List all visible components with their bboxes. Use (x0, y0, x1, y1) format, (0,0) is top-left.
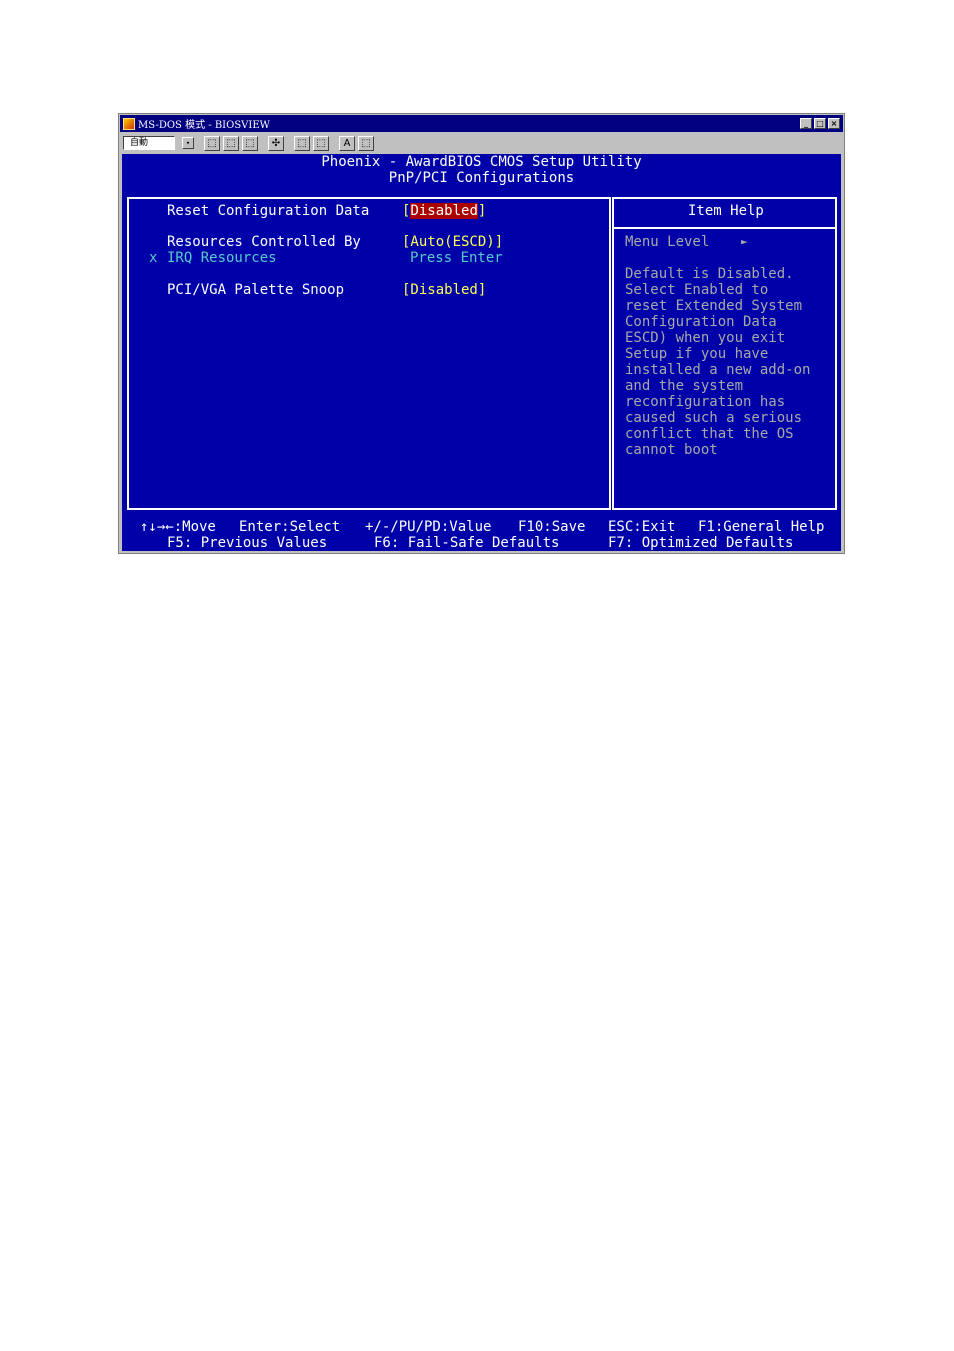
footer-hint-fail-safe: F6: Fail-Safe Defaults (374, 535, 560, 551)
setting-label-irq-resources: IRQ Resources (167, 250, 277, 266)
msdos-app-icon[interactable] (123, 117, 135, 130)
footer-hint-select: Enter:Select (239, 519, 341, 535)
background-icon[interactable]: ⬚ (313, 135, 329, 151)
footer-hint-move: ↑↓→←:Move (140, 519, 216, 535)
help-divider (614, 227, 835, 229)
help-text-line: reset Extended System (625, 298, 803, 314)
menu-level-arrow-icon: ► (741, 235, 748, 248)
help-text-line: caused such a serious (625, 410, 803, 426)
item-help-title: Item Help (688, 203, 764, 219)
setting-label-reset-config[interactable]: Reset Configuration Data (167, 203, 369, 219)
toolbar: 自動 ▾ ⬚ ⬚ ⬚ ✣ ⬚ ⬚ A ⬚ (120, 133, 843, 153)
disabled-item-marker: x (149, 250, 158, 266)
setting-value-reset-config[interactable]: [Disabled] (402, 203, 486, 219)
setting-value-resources-controlled[interactable]: [Auto(ESCD)] (402, 234, 503, 250)
properties-icon[interactable]: ⬚ (294, 135, 310, 151)
maximize-button[interactable]: □ (814, 118, 826, 129)
mark-icon[interactable]: ⬚ (204, 135, 220, 151)
font-size-select[interactable]: 自動 (123, 136, 175, 150)
help-text-line: Configuration Data (625, 314, 777, 330)
help-text-line: reconfiguration has (625, 394, 786, 410)
help-text-line: installed a new add-on (625, 362, 811, 378)
bios-header-title: Phoenix - AwardBIOS CMOS Setup Utility (321, 154, 642, 170)
font-size-value: 自動 (130, 138, 149, 148)
help-text-line: ESCD) when you exit (625, 330, 786, 346)
paste-icon[interactable]: ⬚ (242, 135, 258, 151)
footer-hint-value: +/-/PU/PD:Value (365, 519, 492, 535)
ime-icon[interactable]: ⬚ (358, 135, 374, 151)
title-bar[interactable]: MS-DOS 模式 - BIOSVIEW _ □ × (120, 115, 843, 132)
setting-value-palette-snoop[interactable]: [Disabled] (402, 282, 486, 298)
dos-window: MS-DOS 模式 - BIOSVIEW _ □ × 自動 ▾ ⬚ ⬚ ⬚ ✣ … (118, 113, 845, 554)
footer-hint-exit: ESC:Exit (608, 519, 676, 535)
footer-hint-optimized: F7: Optimized Defaults (608, 535, 794, 551)
bios-screen: Phoenix - AwardBIOS CMOS Setup Utility P… (122, 154, 841, 551)
setting-label-resources-controlled[interactable]: Resources Controlled By (167, 234, 361, 250)
help-text-line: Select Enabled to (625, 282, 769, 298)
font-icon[interactable]: A (339, 135, 355, 151)
help-text-line: Default is Disabled. (625, 266, 794, 282)
setting-value-irq-resources: Press Enter (410, 250, 503, 266)
help-text-line: Setup if you have (625, 346, 769, 362)
selected-value[interactable]: Disabled (410, 203, 478, 219)
minimize-button[interactable]: _ (800, 118, 812, 129)
setting-label-palette-snoop[interactable]: PCI/VGA Palette Snoop (167, 282, 344, 298)
help-text-line: cannot boot (625, 442, 718, 458)
help-text-line: conflict that the OS (625, 426, 794, 442)
footer-hint-save: F10:Save (518, 519, 586, 535)
copy-icon[interactable]: ⬚ (223, 135, 239, 151)
menu-level-label: Menu Level (625, 234, 710, 250)
font-size-dropdown-button[interactable]: ▾ (182, 137, 194, 149)
footer-hint-previous-values: F5: Previous Values (167, 535, 328, 551)
bios-header-subtitle: PnP/PCI Configurations (388, 170, 575, 186)
help-text-line: and the system (625, 378, 744, 394)
close-button[interactable]: × (828, 118, 840, 129)
window-title: MS-DOS 模式 - BIOSVIEW (138, 120, 270, 131)
fullscreen-icon[interactable]: ✣ (268, 135, 284, 151)
footer-hint-general-help: F1:General Help (698, 519, 825, 535)
